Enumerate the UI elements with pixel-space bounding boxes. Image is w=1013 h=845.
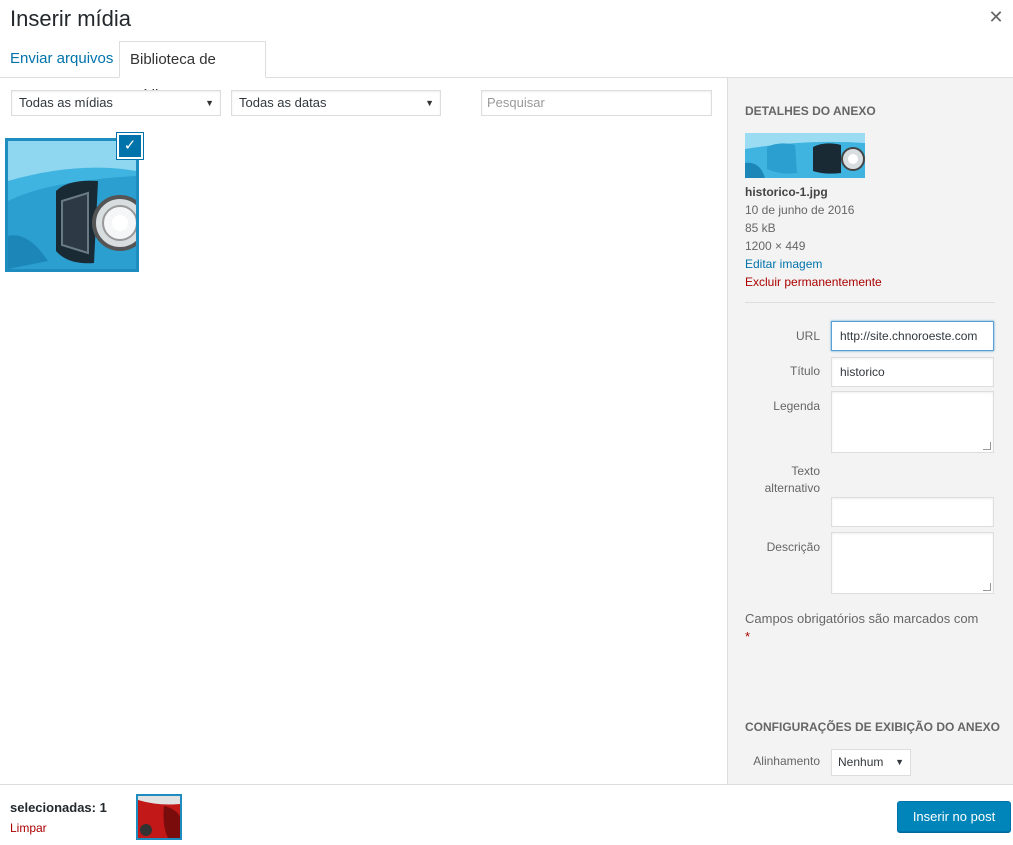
upload-date: 10 de junho de 2016 bbox=[745, 203, 855, 217]
clear-selection-link[interactable]: Limpar bbox=[10, 821, 47, 835]
tab-bar: Enviar arquivos Biblioteca de mídia bbox=[0, 41, 1013, 104]
file-name: historico-1.jpg bbox=[745, 185, 828, 199]
selected-check-icon[interactable]: ✓ bbox=[117, 133, 143, 159]
search-input[interactable]: Pesquisar bbox=[481, 90, 712, 116]
media-type-filter-value: Todas as mídias bbox=[19, 95, 113, 110]
caption-label: Legenda bbox=[773, 399, 820, 413]
media-type-filter[interactable]: Todas as mídias ▼ bbox=[11, 90, 221, 116]
chevron-down-icon: ▼ bbox=[895, 757, 904, 767]
chevron-down-icon: ▼ bbox=[205, 98, 214, 108]
caption-field[interactable] bbox=[831, 391, 994, 453]
modal-header: Inserir mídia ✕ bbox=[0, 0, 1013, 40]
attachment-details-sidebar: Detalhes do anexo historico-1.jpg 10 de … bbox=[727, 78, 1013, 784]
alignment-select[interactable]: Nenhum ▼ bbox=[831, 749, 911, 776]
file-size: 85 kB bbox=[745, 221, 776, 235]
url-label: URL bbox=[795, 329, 820, 343]
divider bbox=[745, 302, 995, 303]
description-label: Descrição bbox=[766, 540, 820, 554]
selection-count: selecionadas: 1 bbox=[10, 800, 107, 815]
tab-upload-files[interactable]: Enviar arquivos bbox=[0, 41, 123, 78]
alt-text-label-line2: alternativo bbox=[764, 481, 820, 495]
delete-permanently-link[interactable]: Excluir permanentemente bbox=[745, 275, 882, 289]
required-note-text: Campos obrigatórios são marcados com bbox=[745, 611, 979, 626]
media-modal: Inserir mídia ✕ Enviar arquivos Bibliote… bbox=[0, 0, 1013, 845]
alt-text-label-line1: Texto bbox=[791, 464, 820, 478]
required-star: * bbox=[745, 629, 751, 644]
insert-into-post-button[interactable]: Inserir no post bbox=[897, 801, 1011, 832]
alignment-value: Nenhum bbox=[838, 755, 884, 769]
selected-mini-thumbnail[interactable] bbox=[136, 794, 182, 840]
image-dimensions: 1200 × 449 bbox=[745, 239, 806, 253]
alignment-label: Alinhamento bbox=[753, 754, 820, 768]
description-field[interactable] bbox=[831, 532, 994, 594]
modal-title: Inserir mídia bbox=[10, 6, 132, 31]
date-filter[interactable]: Todas as datas ▼ bbox=[231, 90, 441, 116]
required-fields-note: Campos obrigatórios são marcados com * bbox=[745, 610, 1000, 646]
url-field[interactable]: http://site.chnoroeste.com bbox=[831, 321, 994, 351]
date-filter-value: Todas as datas bbox=[239, 95, 327, 110]
edit-image-link[interactable]: Editar imagem bbox=[745, 257, 822, 271]
title-field[interactable]: historico bbox=[831, 357, 994, 387]
car-image bbox=[745, 133, 865, 178]
car-image bbox=[8, 141, 136, 269]
red-car-image bbox=[138, 796, 180, 838]
modal-footer: selecionadas: 1 Limpar Inserir no post bbox=[0, 784, 1013, 845]
details-heading: Detalhes do anexo bbox=[745, 104, 876, 118]
tab-media-library[interactable]: Biblioteca de mídia bbox=[119, 41, 266, 104]
title-label: Título bbox=[789, 364, 820, 378]
display-settings-heading: Configurações de exibição do anexo bbox=[745, 720, 1000, 734]
chevron-down-icon: ▼ bbox=[425, 98, 434, 108]
close-icon[interactable]: ✕ bbox=[985, 6, 1007, 28]
alt-text-field[interactable] bbox=[831, 497, 994, 527]
details-thumbnail bbox=[745, 133, 865, 178]
